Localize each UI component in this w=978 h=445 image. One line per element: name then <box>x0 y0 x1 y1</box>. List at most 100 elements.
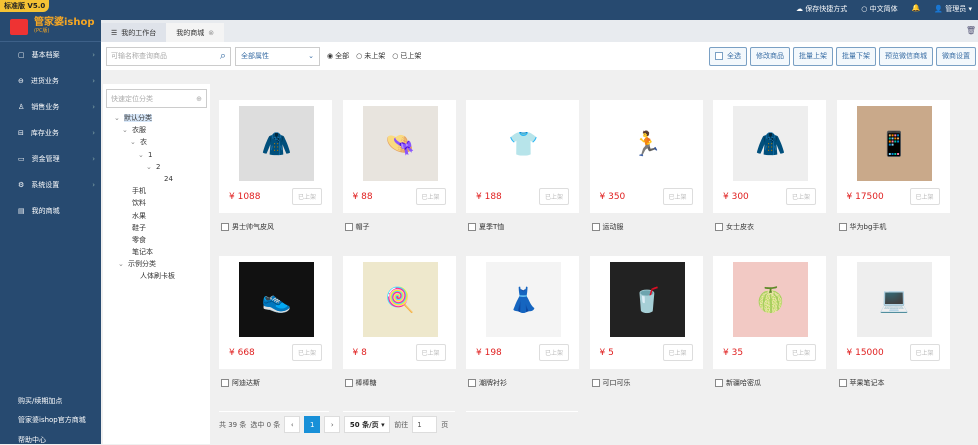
tree-node[interactable]: 人体刷卡板 <box>106 270 207 282</box>
tree-node[interactable]: ⌄ 1 <box>106 149 207 161</box>
product-card[interactable]: 📱 ¥ 17500 已上架 <box>836 100 950 213</box>
list-button[interactable]: 已上架 <box>909 344 940 361</box>
tree-node[interactable]: 笔记本 <box>106 246 207 258</box>
checkbox-icon[interactable] <box>838 379 847 387</box>
list-button[interactable]: 已上架 <box>539 188 569 205</box>
product-checkbox[interactable]: 新疆哈密瓜 <box>715 378 761 388</box>
toolbar-button-4[interactable]: 预览微信商城 <box>879 46 933 66</box>
product-card[interactable]: 👗 ¥ 198 已上架 <box>466 256 579 369</box>
goto-page-input[interactable]: 1 <box>412 416 438 433</box>
product-checkbox[interactable]: 阿迪达斯 <box>221 378 260 388</box>
sidebar-link-official-store[interactable]: 管家婆ishop官方商城 <box>18 415 86 425</box>
sidebar-item-2[interactable]: ♙ 销售业务 › <box>0 94 101 120</box>
trash-icon[interactable]: 🗑 <box>966 26 976 35</box>
page-size-select[interactable]: 50 条/页 ▾ <box>344 416 391 433</box>
product-image[interactable]: 👒 <box>362 106 438 181</box>
product-card[interactable]: 👒 ¥ 88 已上架 <box>342 100 456 213</box>
list-button[interactable]: 已上架 <box>786 344 816 361</box>
bell-icon[interactable]: 🔔 <box>912 4 921 14</box>
list-button[interactable]: 已上架 <box>415 344 446 361</box>
product-card[interactable]: 🥤 ¥ 5 已上架 <box>589 256 703 369</box>
product-card[interactable]: 🏃 ¥ 350 已上架 <box>589 100 703 213</box>
sidebar-item-4[interactable]: ▭ 资金管理 › <box>0 146 101 172</box>
category-search-input[interactable]: 快速定位分类 ⊕ <box>106 89 207 108</box>
tree-node[interactable]: 水果 <box>106 210 207 222</box>
attribute-select[interactable]: 全部属性 ⌄ <box>235 46 320 66</box>
tab-my-store[interactable]: 我的商城 ⊗ <box>166 23 225 42</box>
tab-workbench[interactable]: ☰ 我的工作台 <box>101 23 167 42</box>
radio-unlisted[interactable]: ○ 未上架 <box>356 51 385 61</box>
product-image[interactable]: 🍈 <box>733 262 808 337</box>
tree-node[interactable]: 手机 <box>106 185 207 197</box>
language-button[interactable]: ○ 中文简体 <box>861 4 897 14</box>
checkbox-icon[interactable] <box>591 223 600 231</box>
list-button[interactable]: 已上架 <box>415 188 446 205</box>
toolbar-button-3[interactable]: 批量下架 <box>836 46 876 66</box>
search-icon[interactable]: ⌕ <box>220 49 226 63</box>
sidebar-item-0[interactable]: ▢ 基本档案 › <box>0 42 101 68</box>
checkbox-icon[interactable] <box>344 223 353 231</box>
list-button[interactable]: 已上架 <box>292 188 322 205</box>
toolbar-button-0[interactable]: 全选 <box>709 46 747 66</box>
tree-node[interactable]: 饮料 <box>106 197 207 209</box>
tree-node[interactable]: ⌄ 2 <box>106 161 207 173</box>
search-input[interactable]: 可输名称查询商品 ⌕ <box>106 46 231 66</box>
product-card[interactable]: 👟 ¥ 668 已上架 <box>219 256 332 369</box>
list-button[interactable]: 已上架 <box>662 344 693 361</box>
tree-node[interactable]: ⌄ 衣 <box>106 136 207 148</box>
product-image[interactable]: 🧥 <box>239 106 314 181</box>
sidebar-item-1[interactable]: ⊖ 进货业务 › <box>0 68 101 94</box>
product-card[interactable]: 🧥 ¥ 300 已上架 <box>713 100 826 213</box>
tree-node[interactable]: ⌄ 默认分类 <box>106 112 207 124</box>
product-card[interactable]: 🍭 ¥ 8 已上架 <box>342 256 456 369</box>
sidebar-item-6[interactable]: ▤ 我的商城 <box>0 198 101 224</box>
product-card[interactable]: 💻 ¥ 15000 已上架 <box>836 256 950 369</box>
tree-node[interactable]: 鞋子 <box>106 222 207 234</box>
product-image[interactable]: 🍭 <box>362 262 438 337</box>
product-checkbox[interactable]: 帽子 <box>344 222 370 232</box>
list-button[interactable]: 已上架 <box>539 344 569 361</box>
list-button[interactable]: 已上架 <box>662 188 693 205</box>
product-checkbox[interactable]: 夏季T恤 <box>468 222 504 232</box>
checkbox-icon[interactable] <box>715 379 723 387</box>
checkbox-icon[interactable] <box>468 379 476 387</box>
toolbar-button-1[interactable]: 修改商品 <box>750 46 790 66</box>
tree-node[interactable]: ⌄ 示例分类 <box>106 258 207 270</box>
page-1-button[interactable]: 1 <box>304 416 321 433</box>
product-image[interactable]: 🧥 <box>733 106 808 181</box>
product-card[interactable]: 🍈 ¥ 35 已上架 <box>713 256 826 369</box>
list-button[interactable]: 已上架 <box>909 188 940 205</box>
product-checkbox[interactable]: 棒棒糖 <box>344 378 377 388</box>
sidebar-link-buy[interactable]: 购买/续期加点 <box>18 396 62 406</box>
tree-node[interactable]: 24 <box>106 173 207 185</box>
checkbox-icon[interactable] <box>221 379 229 387</box>
sidebar-item-5[interactable]: ⚙ 系统设置 › <box>0 172 101 198</box>
product-checkbox[interactable]: 潮牌衬衫 <box>468 378 507 388</box>
prev-page-button[interactable]: ‹ <box>284 416 301 433</box>
product-card[interactable]: 👕 ¥ 188 已上架 <box>466 100 579 213</box>
radio-all[interactable]: ◉ 全部 <box>327 51 349 61</box>
product-checkbox[interactable]: 华为bg手机 <box>838 222 886 232</box>
product-checkbox[interactable]: 男士帅气皮风 <box>221 222 274 232</box>
save-shortcut-button[interactable]: ☁ 保存快捷方式 <box>796 4 847 14</box>
checkbox-icon[interactable] <box>468 223 476 231</box>
checkbox-icon[interactable] <box>715 223 723 231</box>
toolbar-button-2[interactable]: 批量上架 <box>793 46 833 66</box>
toolbar-button-5[interactable]: 微商设置 <box>936 46 976 66</box>
checkbox-icon[interactable] <box>344 379 353 387</box>
product-image[interactable]: 👗 <box>486 262 561 337</box>
sidebar-item-3[interactable]: ⊟ 库存业务 › <box>0 120 101 146</box>
product-image[interactable]: 📱 <box>856 106 932 181</box>
product-card[interactable]: 🧥 ¥ 1088 已上架 <box>219 100 332 213</box>
product-checkbox[interactable]: 运动服 <box>591 222 624 232</box>
product-image[interactable]: 🏃 <box>609 106 685 181</box>
checkbox-icon[interactable] <box>591 379 600 387</box>
next-page-button[interactable]: › <box>324 416 341 433</box>
product-checkbox[interactable]: 可口可乐 <box>591 378 631 388</box>
checkbox-icon[interactable] <box>221 223 229 231</box>
list-button[interactable]: 已上架 <box>786 188 816 205</box>
product-checkbox[interactable]: 苹果笔记本 <box>838 378 885 388</box>
product-image[interactable]: 💻 <box>856 262 932 337</box>
product-image[interactable]: 🥤 <box>609 262 685 337</box>
product-image[interactable]: 👟 <box>239 262 314 337</box>
